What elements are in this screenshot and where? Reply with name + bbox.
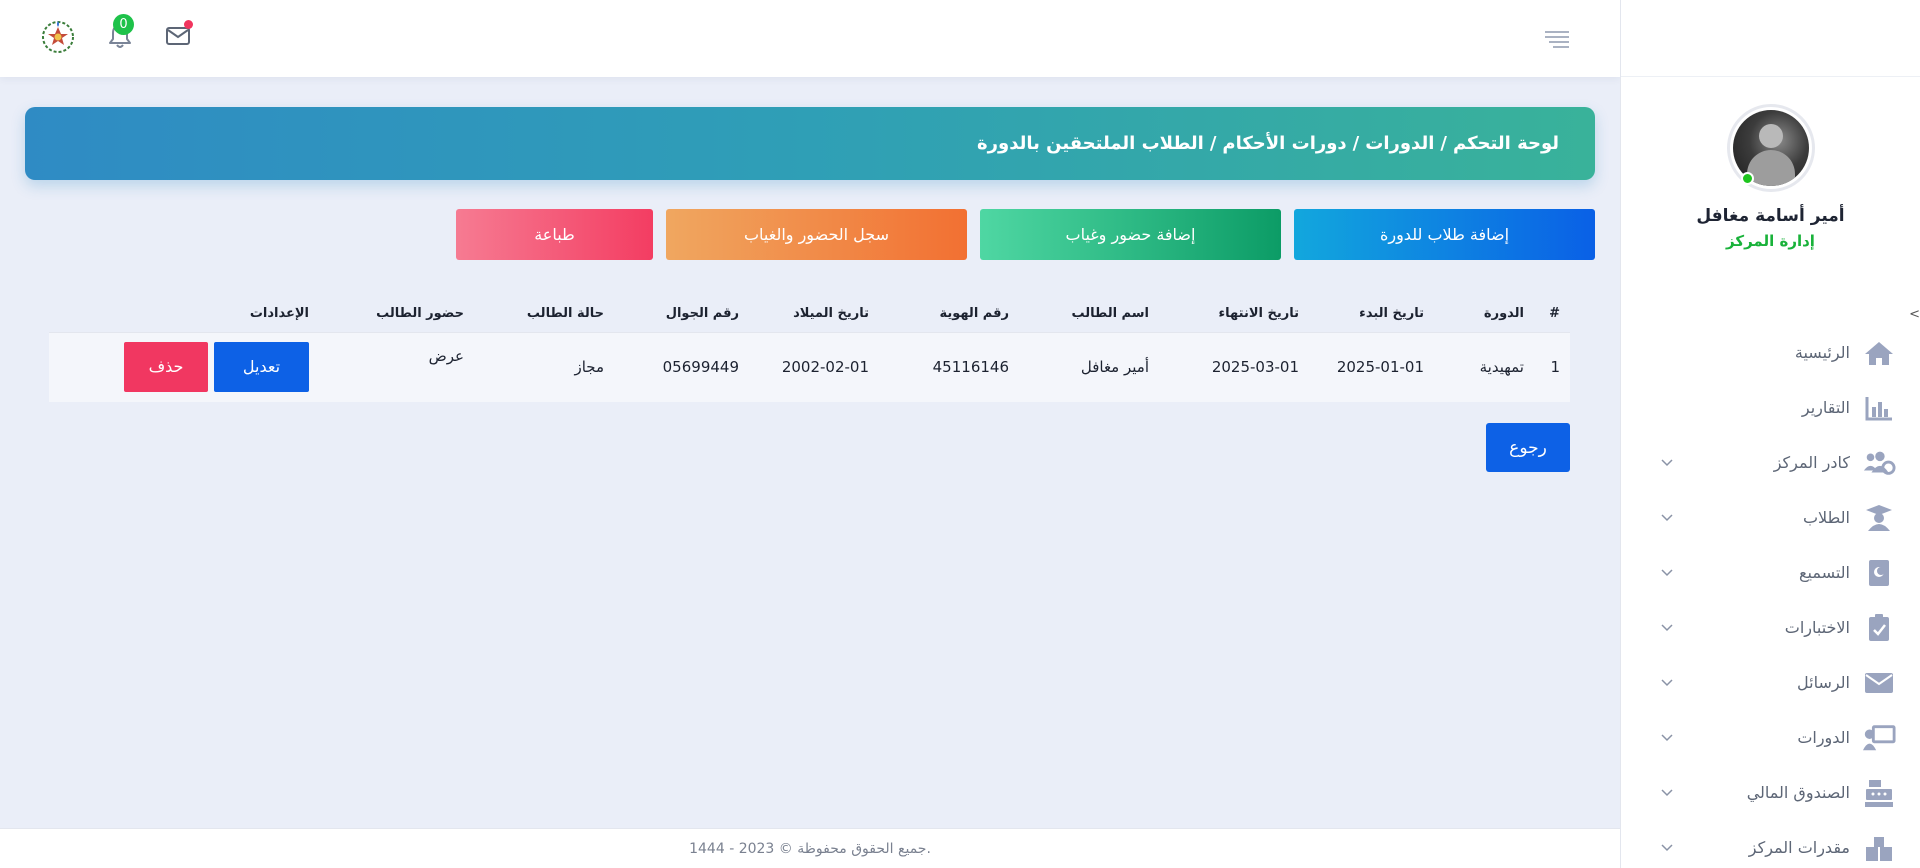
- avatar[interactable]: [1726, 104, 1815, 192]
- top-header: 0: [0, 0, 1620, 77]
- view-attendance-link[interactable]: عرض: [319, 331, 474, 402]
- breadcrumb-current-page: الطلاب الملتحقين بالدورة: [977, 133, 1204, 154]
- sidebar-item-label: التقارير: [1801, 398, 1850, 417]
- menu-toggle-icon[interactable]: [1543, 28, 1571, 50]
- cell-id-number: 45116146: [879, 331, 1019, 402]
- sidebar-item-staff[interactable]: كادر المركز: [1620, 435, 1920, 490]
- chevron-down-icon: [1660, 456, 1674, 470]
- copyright-text: جميع الحقوق محفوظة © 2023 - 1444.: [689, 841, 931, 857]
- unread-mail-dot: [184, 20, 193, 29]
- delete-button[interactable]: حذف: [124, 342, 208, 393]
- column-header-index: #: [1549, 306, 1560, 322]
- sidebar-item-label: الرسائل: [1797, 673, 1850, 692]
- sidebar-item-label: الصندوق المالي: [1746, 783, 1850, 802]
- column-header-attendance: حضور الطالب: [376, 306, 464, 322]
- clipboard-check-icon: [1862, 613, 1896, 643]
- envelope-icon: [1862, 668, 1896, 698]
- sidebar-collapse-toggle[interactable]: <: [1909, 307, 1920, 322]
- home-icon: [1862, 338, 1896, 368]
- sidebar-item-label: الرئيسية: [1794, 343, 1850, 362]
- cell-settings: تعديلحذف: [49, 331, 319, 402]
- column-header-status: حالة الطالب: [526, 306, 604, 322]
- chevron-down-icon: [1660, 621, 1674, 635]
- sidebar-item-students[interactable]: الطلاب: [1620, 490, 1920, 545]
- chart-icon: [1862, 393, 1896, 423]
- chevron-down-icon: [1660, 511, 1674, 525]
- sidebar-item-label: مقدرات المركز: [1748, 838, 1850, 857]
- user-name: أمير أسامة مغافل: [1696, 206, 1845, 226]
- cell-status: مجاز: [474, 331, 614, 402]
- cell-end-date: 2025-03-01: [1159, 331, 1309, 402]
- sidebar-item-reports[interactable]: التقارير: [1620, 380, 1920, 435]
- warehouse-icon: [1862, 833, 1896, 863]
- cell-start-date: 2025-01-01: [1309, 331, 1434, 402]
- chevron-down-icon: [1660, 841, 1674, 855]
- column-header-end-date: تاريخ الانتهاء: [1218, 306, 1299, 322]
- sidebar-item-exams[interactable]: الاختبارات: [1620, 600, 1920, 655]
- add-students-to-course-button[interactable]: إضافة طلاب للدورة: [1294, 209, 1595, 260]
- sidebar-item-label: التسميع: [1798, 563, 1850, 582]
- add-attendance-button[interactable]: إضافة حضور وغياب: [980, 209, 1281, 260]
- column-header-start-date: تاريخ البدء: [1359, 306, 1424, 322]
- cell-birth-date: 2002-02-01: [749, 331, 879, 402]
- cash-register-icon: [1862, 778, 1896, 808]
- sidebar: أمير أسامة مغافل إدارة المركز < الرئيسية…: [1620, 0, 1920, 868]
- table-row: 1 تمهيدية 2025-01-01 2025-03-01 أمير مغا…: [49, 331, 1570, 402]
- breadcrumb-separator: /: [1440, 133, 1447, 154]
- breadcrumb-separator: /: [1209, 133, 1217, 154]
- chevron-down-icon: [1660, 731, 1674, 745]
- sidebar-menu: الرئيسية التقارير كادر المركز الطلاب الت…: [1620, 325, 1920, 868]
- column-header-course: الدورة: [1483, 306, 1524, 322]
- column-header-student-name: اسم الطالب: [1071, 306, 1150, 322]
- user-profile: أمير أسامة مغافل إدارة المركز: [1621, 77, 1920, 250]
- cell-course: تمهيدية: [1434, 331, 1534, 402]
- breadcrumb-dashboard-link[interactable]: لوحة التحكم: [1453, 133, 1559, 154]
- organization-logo-icon[interactable]: [40, 18, 76, 54]
- table-header-row: # الدورة تاريخ البدء تاريخ الانتهاء اسم …: [49, 296, 1570, 332]
- sidebar-brand-area: [1621, 0, 1920, 77]
- column-header-id-number: رقم الهوية: [939, 306, 1009, 322]
- footer: جميع الحقوق محفوظة © 2023 - 1444.: [0, 828, 1620, 868]
- sidebar-item-label: الاختبارات: [1784, 618, 1850, 637]
- chevron-down-icon: [1660, 566, 1674, 580]
- sidebar-item-home[interactable]: الرئيسية: [1620, 325, 1920, 380]
- quran-icon: [1862, 558, 1896, 588]
- online-status-dot: [1740, 172, 1754, 185]
- breadcrumb: لوحة التحكم / الدورات / دورات الأحكام / …: [25, 107, 1595, 180]
- column-header-mobile: رقم الجوال: [665, 306, 739, 322]
- user-role: إدارة المركز: [1726, 232, 1815, 250]
- sidebar-item-recitation[interactable]: التسميع: [1620, 545, 1920, 600]
- users-cog-icon: [1862, 448, 1896, 478]
- sidebar-item-courses[interactable]: الدورات: [1620, 710, 1920, 765]
- sidebar-item-label: الطلاب: [1802, 508, 1850, 527]
- edit-button[interactable]: تعديل: [214, 342, 309, 393]
- attendance-record-button[interactable]: سجل الحضور والغياب: [666, 209, 967, 260]
- breadcrumb-courses-link[interactable]: الدورات: [1365, 133, 1434, 154]
- notification-count-badge: 0: [113, 14, 134, 35]
- cell-mobile: 05699449: [614, 331, 749, 402]
- teacher-board-icon: [1862, 723, 1896, 753]
- sidebar-item-label: الدورات: [1797, 728, 1850, 747]
- chevron-down-icon: [1660, 786, 1674, 800]
- enrolled-students-table: # الدورة تاريخ البدء تاريخ الانتهاء اسم …: [49, 296, 1570, 402]
- back-button[interactable]: رجوع: [1486, 423, 1570, 472]
- sidebar-item-assets[interactable]: مقدرات المركز: [1620, 820, 1920, 868]
- graduate-icon: [1862, 503, 1896, 533]
- column-header-birth-date: تاريخ الميلاد: [793, 306, 869, 322]
- sidebar-item-finance[interactable]: الصندوق المالي: [1620, 765, 1920, 820]
- cell-student-name: أمير مغافل: [1019, 331, 1159, 402]
- cell-index: 1: [1534, 331, 1570, 402]
- breadcrumb-rules-courses-link[interactable]: دورات الأحكام: [1222, 133, 1346, 154]
- print-button[interactable]: طباعة: [456, 209, 653, 260]
- column-header-settings: الإعدادات: [249, 306, 309, 322]
- breadcrumb-separator: /: [1352, 133, 1360, 154]
- sidebar-item-messages[interactable]: الرسائل: [1620, 655, 1920, 710]
- chevron-down-icon: [1660, 676, 1674, 690]
- sidebar-item-label: كادر المركز: [1773, 453, 1850, 472]
